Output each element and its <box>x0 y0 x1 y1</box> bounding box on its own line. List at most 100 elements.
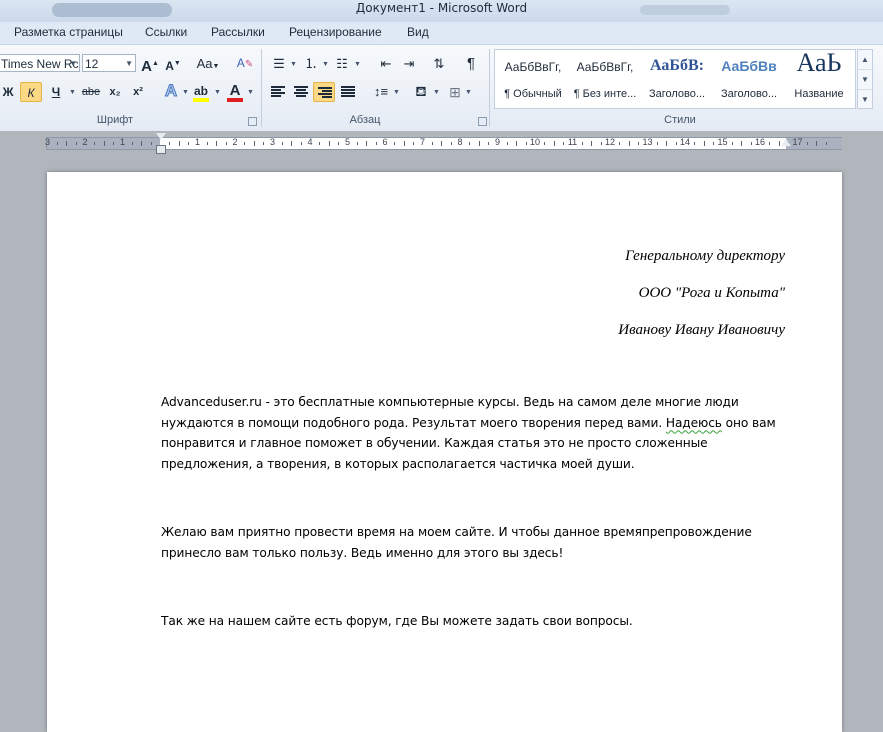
align-right-button[interactable] <box>313 82 335 102</box>
sort-button[interactable]: ⇅ <box>429 54 449 74</box>
shading-button[interactable]: ⛾ <box>411 81 431 101</box>
bullets-dropdown-icon[interactable]: ▼ <box>290 61 297 68</box>
tab-references[interactable]: Ссылки <box>145 25 187 39</box>
ruler-number: 4 <box>307 137 313 147</box>
numbering-dropdown-icon[interactable]: ▼ <box>322 61 329 68</box>
clear-formatting-button[interactable]: A✎ <box>234 53 256 73</box>
right-indent-marker[interactable] <box>781 139 791 146</box>
ruler-tick <box>413 142 415 145</box>
style-normal[interactable]: АаБбВвГг, ¶ Обычный <box>497 50 569 108</box>
tab-page-layout[interactable]: Разметка страницы <box>14 25 123 39</box>
subscript-button[interactable]: x₂ <box>106 82 124 102</box>
underline-button[interactable]: Ч <box>47 82 65 102</box>
font-group-label: Шрифт <box>96 114 134 126</box>
document-page[interactable]: Генеральному директору ООО "Рога и Копыт… <box>47 172 842 732</box>
paragraph-dialog-launcher-icon[interactable] <box>478 117 487 126</box>
font-size-combo[interactable]: 12 ▼ <box>82 54 136 72</box>
borders-button[interactable]: ⊞ <box>447 82 463 102</box>
underline-dropdown-icon[interactable]: ▼ <box>69 89 76 96</box>
style-sample: АаБбВвГг, <box>576 60 634 74</box>
bold-button[interactable]: Ж <box>0 82 16 102</box>
multilevel-dropdown-icon[interactable]: ▼ <box>354 61 361 68</box>
bullets-button[interactable]: ☰ <box>270 54 288 74</box>
style-heading-2[interactable]: АаБбВв Заголово... <box>713 50 785 108</box>
chevron-down-icon[interactable]: ▼ <box>125 55 133 71</box>
ruler-tick <box>300 142 302 145</box>
gallery-more-icon[interactable]: ▼ <box>858 90 872 109</box>
grow-font-button[interactable]: A▲ <box>140 54 160 75</box>
change-case-icon: Aa <box>196 56 213 71</box>
change-case-button[interactable]: Aa▼ <box>194 54 222 74</box>
style-title[interactable]: АаЬ Название <box>783 48 855 108</box>
font-color-swatch <box>227 98 243 102</box>
highlight-button[interactable]: ab <box>191 81 211 102</box>
ruler-number: 13 <box>642 137 653 147</box>
style-name: Заголово... <box>720 88 778 100</box>
tab-review[interactable]: Рецензирование <box>289 25 382 39</box>
multilevel-list-button[interactable]: ☷ <box>333 54 351 74</box>
ruler-tick <box>778 141 780 146</box>
ruler-tick <box>769 142 771 145</box>
align-center-button[interactable] <box>291 82 311 102</box>
font-color-button[interactable]: A <box>225 81 245 102</box>
font-color-dropdown-icon[interactable]: ▼ <box>247 89 254 96</box>
ruler-number: 8 <box>457 137 463 147</box>
ruler-tick <box>478 141 480 146</box>
group-divider <box>261 49 262 127</box>
ruler-tick <box>506 142 508 145</box>
decrease-indent-button[interactable]: ⇤ <box>376 54 396 74</box>
increase-indent-button[interactable]: ⇥ <box>399 54 419 74</box>
ruler-number: 17 <box>792 137 803 147</box>
tab-mailings[interactable]: Рассылки <box>211 25 265 39</box>
numbering-button[interactable]: ⒈ <box>302 54 320 74</box>
paragraph: Желаю вам приятно провести время на моем… <box>161 525 752 560</box>
gallery-up-icon[interactable]: ▲ <box>858 50 872 70</box>
text-effects-dropdown-icon[interactable]: ▼ <box>182 89 189 96</box>
style-no-spacing[interactable]: АаБбВвГг, ¶ Без инте... <box>569 50 641 108</box>
chevron-down-icon[interactable]: ▼ <box>69 55 77 71</box>
grammar-marked-word[interactable]: Надеюсь <box>666 416 722 430</box>
styles-gallery: АаБбВвГг, ¶ Обычный АаБбВвГг, ¶ Без инте… <box>494 48 856 109</box>
line-spacing-button[interactable]: ↕≡ <box>371 82 391 102</box>
ruler-number: 12 <box>604 137 616 147</box>
ruler-number: 11 <box>567 137 578 147</box>
ruler-tick <box>581 142 583 145</box>
ruler-number: 14 <box>679 137 691 147</box>
font-size-value: 12 <box>85 57 99 71</box>
style-sample: АаБбВв <box>721 58 777 74</box>
style-name: ¶ Обычный <box>504 88 562 100</box>
shrink-font-button[interactable]: A▼ <box>163 54 183 74</box>
highlight-dropdown-icon[interactable]: ▼ <box>214 89 221 96</box>
ruler-number: 1 <box>194 137 201 147</box>
font-dialog-launcher-icon[interactable] <box>248 117 257 126</box>
font-name-combo[interactable]: Times New Rc ▼ <box>0 54 80 72</box>
text-effects-button[interactable]: A <box>160 81 182 101</box>
ruler-tick <box>281 142 283 145</box>
ruler-area: 3 2 1 1 2 3 4 5 6 7 8 9 10 11 12 13 14 15 16 17 <box>0 131 883 155</box>
gallery-down-icon[interactable]: ▼ <box>858 70 872 90</box>
style-name: Название <box>794 88 844 100</box>
ruler-tick <box>600 142 602 145</box>
align-left-button[interactable] <box>268 82 288 102</box>
line-spacing-dropdown-icon[interactable]: ▼ <box>393 89 400 96</box>
justify-button[interactable] <box>338 82 358 102</box>
shading-dropdown-icon[interactable]: ▼ <box>433 89 440 96</box>
ruler-tick <box>56 142 58 145</box>
sort-icon: ⇅ <box>433 56 445 71</box>
show-marks-button[interactable]: ¶ <box>461 54 481 74</box>
first-line-indent-marker[interactable] <box>156 133 166 140</box>
strikethrough-button[interactable]: abe <box>80 82 102 102</box>
ruler-tick <box>188 142 190 145</box>
ruler-tick <box>628 141 630 146</box>
italic-button[interactable]: К <box>20 82 42 102</box>
font-name-value: Times New Rc <box>1 57 79 71</box>
style-heading-1[interactable]: АаБбВ: Заголово... <box>641 50 713 108</box>
ruler-tick <box>131 142 133 145</box>
left-indent-marker[interactable] <box>156 145 166 154</box>
superscript-button[interactable]: x² <box>129 82 147 102</box>
borders-dropdown-icon[interactable]: ▼ <box>465 89 472 96</box>
tab-view[interactable]: Вид <box>407 25 429 39</box>
shrink-font-icon: A <box>165 59 174 73</box>
ruler-tick <box>441 141 443 146</box>
multilevel-list-icon: ☷ <box>336 56 348 71</box>
